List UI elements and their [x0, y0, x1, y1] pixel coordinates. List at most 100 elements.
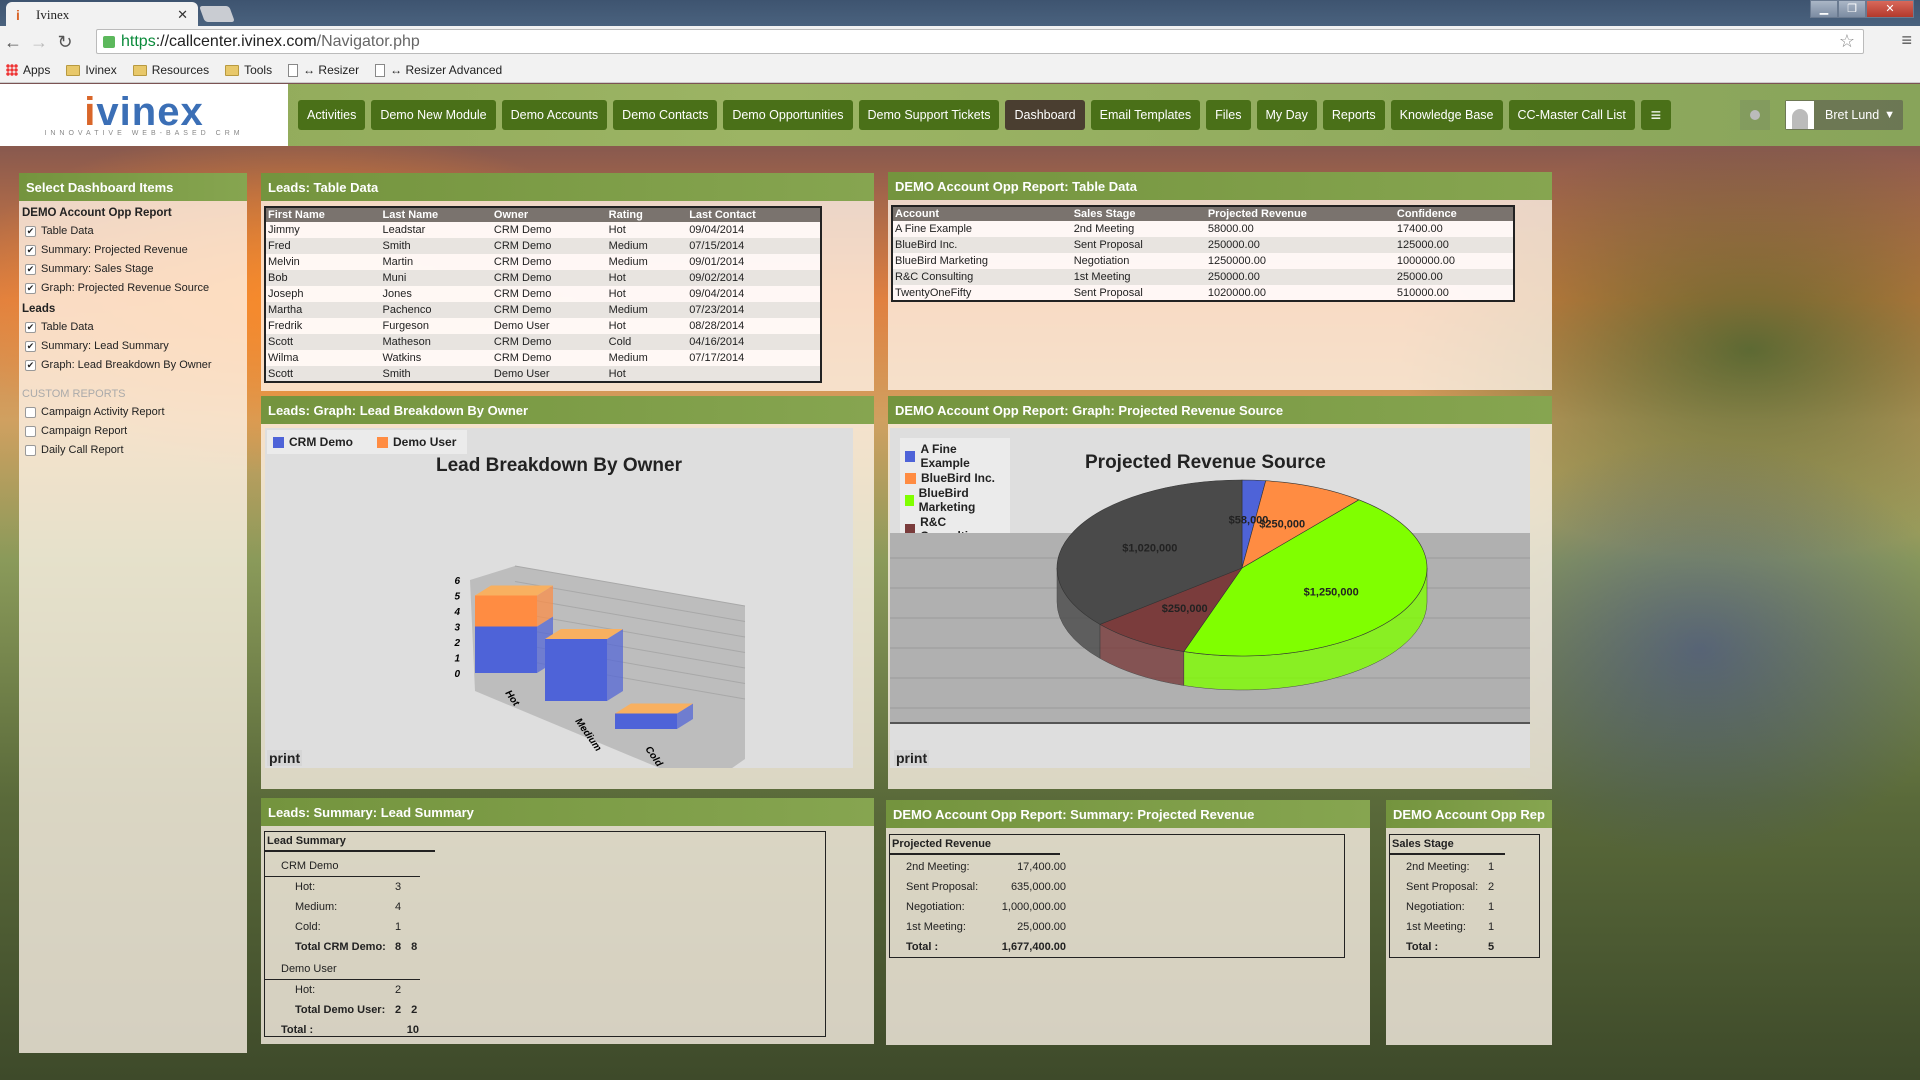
bookmark-star-icon[interactable]: ☆ — [1839, 31, 1855, 52]
dashboard-item-checkbox[interactable]: ✔ Graph: Lead Breakdown By Owner — [19, 355, 247, 374]
back-icon[interactable]: ← — [0, 32, 26, 53]
dashboard-item-checkbox[interactable]: ✔ Table Data — [19, 317, 247, 336]
table-cell: Smith — [380, 238, 492, 254]
user-menu[interactable]: Bret Lund ▼ — [1785, 100, 1903, 130]
nav-demo-support-tickets[interactable]: Demo Support Tickets — [858, 100, 1000, 130]
table-row[interactable]: Jimmy Leadstar CRM Demo Hot 09/04/2014 — [265, 222, 821, 238]
new-tab-button[interactable] — [199, 6, 235, 22]
table-row[interactable]: Fredrik Furgeson Demo User Hot 08/28/2014 — [265, 318, 821, 334]
close-window-button[interactable]: ✕ — [1866, 0, 1914, 18]
column-header[interactable]: Last Name — [380, 207, 492, 222]
nav-activities[interactable]: Activities — [298, 100, 366, 130]
summary-label: Hot: — [295, 984, 316, 996]
address-bar[interactable]: https://callcenter.ivinex.com/Navigator.… — [96, 29, 1864, 54]
nav-dashboard[interactable]: Dashboard — [1005, 100, 1085, 130]
table-cell: Furgeson — [382, 320, 429, 332]
checkbox-icon[interactable] — [25, 425, 36, 437]
nav-demo-opportunities[interactable]: Demo Opportunities — [723, 100, 853, 130]
table-row[interactable]: Joseph Jones CRM Demo Hot 09/04/2014 — [265, 286, 821, 302]
dashboard-item-checkbox[interactable]: ✔ Summary: Projected Revenue — [19, 240, 247, 259]
table-cell: 07/15/2014 — [687, 238, 821, 254]
nav-reports[interactable]: Reports — [1322, 100, 1385, 130]
checkbox-icon[interactable]: ✔ — [25, 321, 36, 333]
restore-button[interactable]: ❐ — [1838, 0, 1866, 18]
table-row[interactable]: Wilma Watkins CRM Demo Medium 07/17/2014 — [265, 350, 821, 366]
table-row[interactable]: Melvin Martin CRM Demo Medium 09/01/2014 — [265, 254, 821, 270]
table-row[interactable]: BlueBird Marketing Negotiation 1250000.00 1… — [892, 253, 1514, 269]
column-header[interactable]: Rating — [606, 207, 688, 222]
print-link[interactable]: print — [894, 750, 930, 766]
checkbox-icon[interactable]: ✔ — [25, 359, 36, 371]
table-row[interactable]: BlueBird Inc. Sent Proposal 250000.00 12500… — [892, 237, 1514, 253]
checkbox-icon[interactable]: ✔ — [25, 225, 36, 237]
checkbox-icon[interactable]: ✔ — [25, 263, 36, 275]
summary-row: 2nd Meeting: 1 — [1390, 857, 1539, 877]
custom-report-checkbox[interactable]: Campaign Activity Report — [19, 402, 247, 421]
table-row[interactable]: Scott Smith Demo User Hot — [265, 366, 821, 382]
column-header[interactable]: Confidence — [1394, 206, 1514, 221]
nav-knowledge-base[interactable]: Knowledge Base — [1390, 100, 1503, 130]
print-link[interactable]: print — [267, 750, 303, 766]
nav-my-day[interactable]: My Day — [1256, 100, 1317, 130]
pie-data-label: $250,000 — [1162, 603, 1208, 615]
bookmark-apps[interactable]: Apps — [6, 63, 50, 77]
minimize-button[interactable]: ▁ — [1810, 0, 1838, 18]
table-cell: 250000.00 — [1205, 237, 1395, 253]
notification-indicator[interactable] — [1740, 100, 1770, 130]
nav-demo-contacts[interactable]: Demo Contacts — [613, 100, 718, 130]
column-header[interactable]: First Name — [265, 207, 381, 222]
column-header[interactable]: Sales Stage — [1071, 206, 1206, 221]
section-title: Leads — [22, 303, 56, 315]
browser-tab[interactable]: i Ivinex ✕ — [6, 2, 198, 28]
table-cell: 09/04/2014 — [689, 288, 745, 300]
panel-title: DEMO Account Opp Rep — [1386, 800, 1552, 828]
ivinex-logo[interactable]: ivinex INNOVATIVE WEB-BASED CRM — [0, 84, 288, 146]
table-cell: CRM Demo — [491, 270, 607, 286]
hamburger-menu-icon[interactable]: ≡ — [1640, 100, 1671, 130]
bookmark-resources[interactable]: Resources — [132, 63, 209, 77]
table-row[interactable]: Fred Smith CRM Demo Medium 07/15/2014 — [265, 238, 821, 254]
checkbox-icon[interactable]: ✔ — [25, 282, 36, 294]
chrome-menu-icon[interactable]: ≡ — [1901, 30, 1912, 51]
table-cell: 58000.00 — [1207, 223, 1254, 235]
table-cell: 08/28/2014 — [689, 320, 745, 332]
dashboard-item-checkbox[interactable]: ✔ Summary: Sales Stage — [19, 259, 247, 278]
column-header[interactable]: Projected Revenue — [1205, 206, 1395, 221]
nav-cc-master-call-list[interactable]: CC-Master Call List — [1508, 100, 1635, 130]
bookmark-ivinex[interactable]: Ivinex — [66, 63, 117, 77]
bookmark-resizer-advanced[interactable]: ↔ Resizer Advanced — [375, 63, 502, 77]
checkbox-icon[interactable]: ✔ — [25, 244, 36, 256]
table-row[interactable]: A Fine Example 2nd Meeting 58000.00 17400.0… — [892, 221, 1514, 237]
checkbox-icon[interactable] — [25, 406, 36, 418]
table-row[interactable]: Martha Pachenco CRM Demo Medium 07/23/2014 — [265, 302, 821, 318]
checkbox-icon[interactable] — [25, 444, 36, 456]
close-tab-icon[interactable]: ✕ — [177, 7, 188, 23]
dashboard-item-checkbox[interactable]: ✔ Summary: Lead Summary — [19, 336, 247, 355]
table-row[interactable]: Scott Matheson CRM Demo Cold 04/16/2014 — [265, 334, 821, 350]
table-row[interactable]: TwentyOneFifty Sent Proposal 1020000.00 510… — [892, 285, 1514, 301]
dashboard-item-checkbox[interactable]: ✔ Table Data — [19, 221, 247, 240]
reload-icon[interactable]: ↻ — [52, 32, 78, 53]
nav-files[interactable]: Files — [1206, 100, 1251, 130]
nav-demo-new-module[interactable]: Demo New Module — [371, 100, 496, 130]
nav-email-templates[interactable]: Email Templates — [1090, 100, 1201, 130]
lock-icon — [103, 35, 115, 48]
column-header[interactable]: Last Contact — [687, 207, 821, 222]
table-row[interactable]: R&C Consulting 1st Meeting 250000.00 25000.… — [892, 269, 1514, 285]
table-cell: CRM Demo — [493, 224, 552, 236]
column-header[interactable]: Account — [892, 206, 1072, 221]
bookmark-tools[interactable]: Tools — [225, 63, 272, 77]
ivinex-favicon-icon: i — [16, 7, 20, 23]
nav-demo-accounts[interactable]: Demo Accounts — [501, 100, 608, 130]
bookmark-resizer[interactable]: ↔ Resizer — [288, 63, 359, 77]
custom-report-checkbox[interactable]: Daily Call Report — [19, 440, 247, 459]
custom-report-checkbox[interactable]: Campaign Report — [19, 421, 247, 440]
table-row[interactable]: Bob Muni CRM Demo Hot 09/02/2014 — [265, 270, 821, 286]
tab-title: Ivinex — [36, 7, 70, 22]
checkbox-icon[interactable]: ✔ — [25, 340, 36, 352]
forward-icon[interactable]: → — [26, 32, 52, 53]
window-titlebar: i Ivinex ✕ ▁ ❐ ✕ — [0, 0, 1920, 28]
dashboard-item-checkbox[interactable]: ✔ Graph: Projected Revenue Source — [19, 278, 247, 297]
table-cell: R&C Consulting — [892, 269, 1072, 285]
column-header[interactable]: Owner — [491, 207, 607, 222]
